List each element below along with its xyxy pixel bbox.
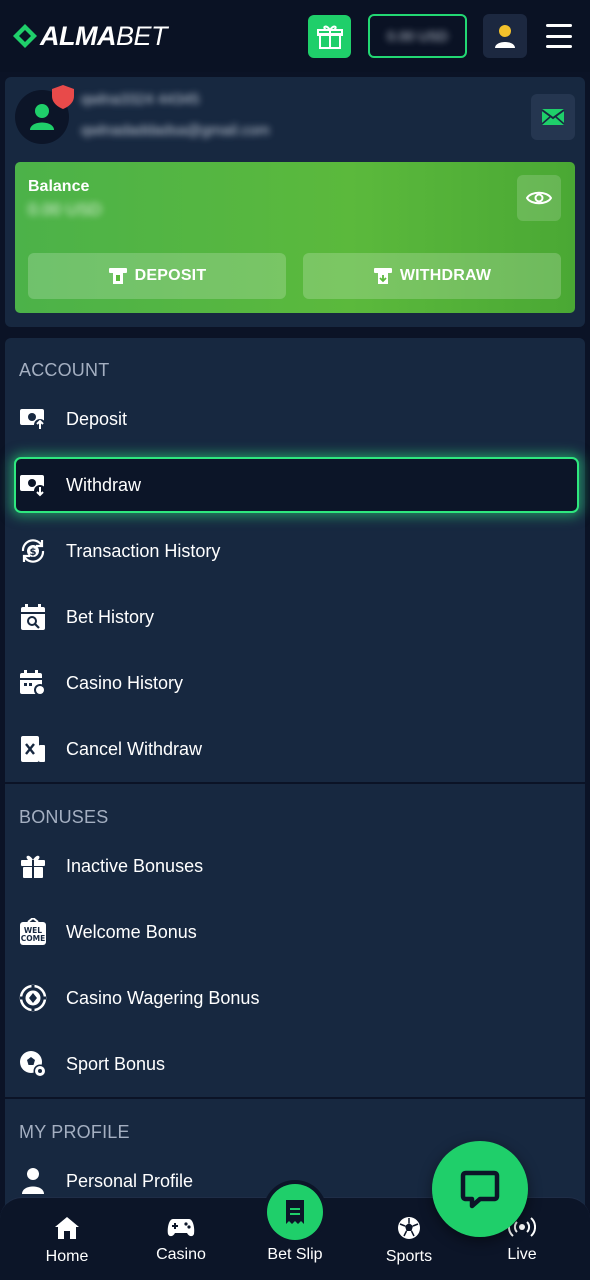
soccer-ball-icon — [18, 1049, 48, 1079]
menu-item-label: Transaction History — [66, 540, 221, 561]
section-title-bonuses: BONUSES — [19, 807, 109, 827]
logo-text-bold: ALMA — [40, 20, 116, 51]
menu-item-label: Casino History — [66, 672, 184, 693]
menu-item-label: Inactive Bonuses — [66, 855, 204, 876]
deposit-label: DEPOSIT — [134, 267, 207, 284]
toggle-balance-visibility-button[interactable] — [517, 175, 561, 221]
menu-item-casino-history[interactable]: Casino History — [5, 655, 585, 711]
almabet-logo[interactable]: ALMABET — [12, 18, 168, 54]
nav-label: Sports — [385, 1248, 433, 1265]
casino-chip-icon — [18, 983, 48, 1013]
user-icon — [495, 25, 515, 48]
cancel-cash-icon — [18, 734, 48, 764]
section-title-account: ACCOUNT — [19, 360, 110, 380]
calendar-search-icon — [18, 602, 48, 632]
home-icon — [55, 1217, 79, 1239]
section-title-my-profile: MY PROFILE — [19, 1122, 130, 1142]
messages-button[interactable] — [531, 94, 575, 140]
gift-button[interactable] — [308, 15, 351, 58]
logo-spade-icon — [13, 24, 37, 48]
menu-item-label: Deposit — [66, 408, 128, 429]
hamburger-line — [546, 34, 572, 38]
menu-item-bet-history[interactable]: Bet History — [5, 589, 585, 645]
gamepad-icon — [167, 1219, 195, 1237]
balance-label: Balance — [28, 178, 90, 195]
menu-item-label: Sport Bonus — [66, 1053, 166, 1074]
dollar-refresh-icon: $ — [18, 536, 48, 566]
nav-bet-slip[interactable]: Bet Slip — [240, 1246, 350, 1264]
header-balance-value: 0.00 USD — [387, 28, 448, 44]
nav-label: Bet Slip — [267, 1246, 323, 1263]
nav-label: Casino — [156, 1246, 206, 1263]
menu-item-sport-bonus[interactable]: Sport Bonus — [5, 1036, 585, 1092]
deposit-button[interactable]: DEPOSIT — [28, 253, 286, 299]
mail-icon — [541, 109, 565, 125]
hamburger-line — [546, 24, 572, 27]
calendar-chip-icon — [18, 668, 48, 698]
menu-item-cancel-withdraw[interactable]: Cancel Withdraw — [5, 721, 585, 777]
top-header: ALMABET 0.00 USD — [0, 0, 590, 72]
person-icon — [18, 1166, 48, 1196]
menu-item-welcome-bonus[interactable]: WEL COME Welcome Bonus — [5, 904, 585, 960]
bet-slip-button[interactable] — [267, 1184, 323, 1240]
atm-deposit-icon — [108, 268, 127, 284]
cash-deposit-icon — [18, 404, 48, 434]
section-divider — [5, 782, 585, 784]
menu-item-casino-wagering-bonus[interactable]: Casino Wagering Bonus — [5, 970, 585, 1026]
menu-item-deposit[interactable]: Deposit — [5, 391, 585, 447]
menu-item-label: Welcome Bonus — [66, 921, 197, 942]
user-name: qwlna3324 44345 — [81, 91, 200, 108]
header-balance-button[interactable]: 0.00 USD — [368, 14, 467, 58]
cash-withdraw-icon — [18, 470, 48, 500]
svg-text:COME: COME — [21, 934, 45, 943]
menu-item-label: Casino Wagering Bonus — [66, 987, 260, 1008]
gift-icon — [18, 851, 48, 881]
nav-label: Live — [507, 1246, 537, 1263]
nav-casino[interactable]: Casino — [126, 1216, 236, 1264]
section-divider — [5, 1097, 585, 1099]
menu-item-label: Bet History — [66, 606, 155, 627]
withdraw-label: WITHDRAW — [399, 267, 492, 284]
logo-text-light: BET — [115, 20, 168, 51]
svg-text:$: $ — [30, 547, 37, 558]
atm-withdraw-icon — [373, 268, 392, 284]
profile-card: qwlna3324 44345 qwlnadaddadsa@gmail.com … — [5, 77, 585, 327]
user-menu-button[interactable] — [483, 14, 527, 58]
menu-item-withdraw[interactable]: Withdraw — [14, 457, 579, 513]
chat-icon — [460, 1170, 500, 1209]
menu-item-inactive-bonuses[interactable]: Inactive Bonuses — [5, 838, 585, 894]
eye-icon — [526, 191, 552, 205]
menu-item-label: Withdraw — [66, 474, 142, 495]
menu-item-label: Cancel Withdraw — [66, 738, 203, 759]
soccer-ball-icon — [398, 1217, 420, 1239]
user-email: qwlnadaddadsa@gmail.com — [81, 122, 270, 139]
menu-item-transaction-history[interactable]: $ Transaction History — [5, 523, 585, 579]
nav-home[interactable]: Home — [12, 1216, 122, 1266]
withdraw-button[interactable]: WITHDRAW — [303, 253, 561, 299]
account-menu: ACCOUNT Deposit Withdraw $ Transaction H… — [5, 338, 585, 1280]
nav-label: Home — [45, 1248, 89, 1265]
hamburger-line — [546, 45, 572, 48]
gift-icon — [316, 25, 343, 49]
hamburger-menu-icon[interactable] — [546, 24, 572, 48]
logo-text: ALMABET — [40, 20, 168, 51]
receipt-icon — [286, 1200, 304, 1224]
balance-amount: 0.00 USD — [28, 200, 102, 219]
live-chat-button[interactable] — [432, 1141, 528, 1237]
menu-item-label: Personal Profile — [66, 1170, 194, 1191]
balance-panel: Balance 0.00 USD DEPOSIT WITHDRAW — [15, 162, 575, 313]
shield-warning-icon — [52, 85, 74, 109]
welcome-badge-icon: WEL COME — [18, 917, 48, 947]
